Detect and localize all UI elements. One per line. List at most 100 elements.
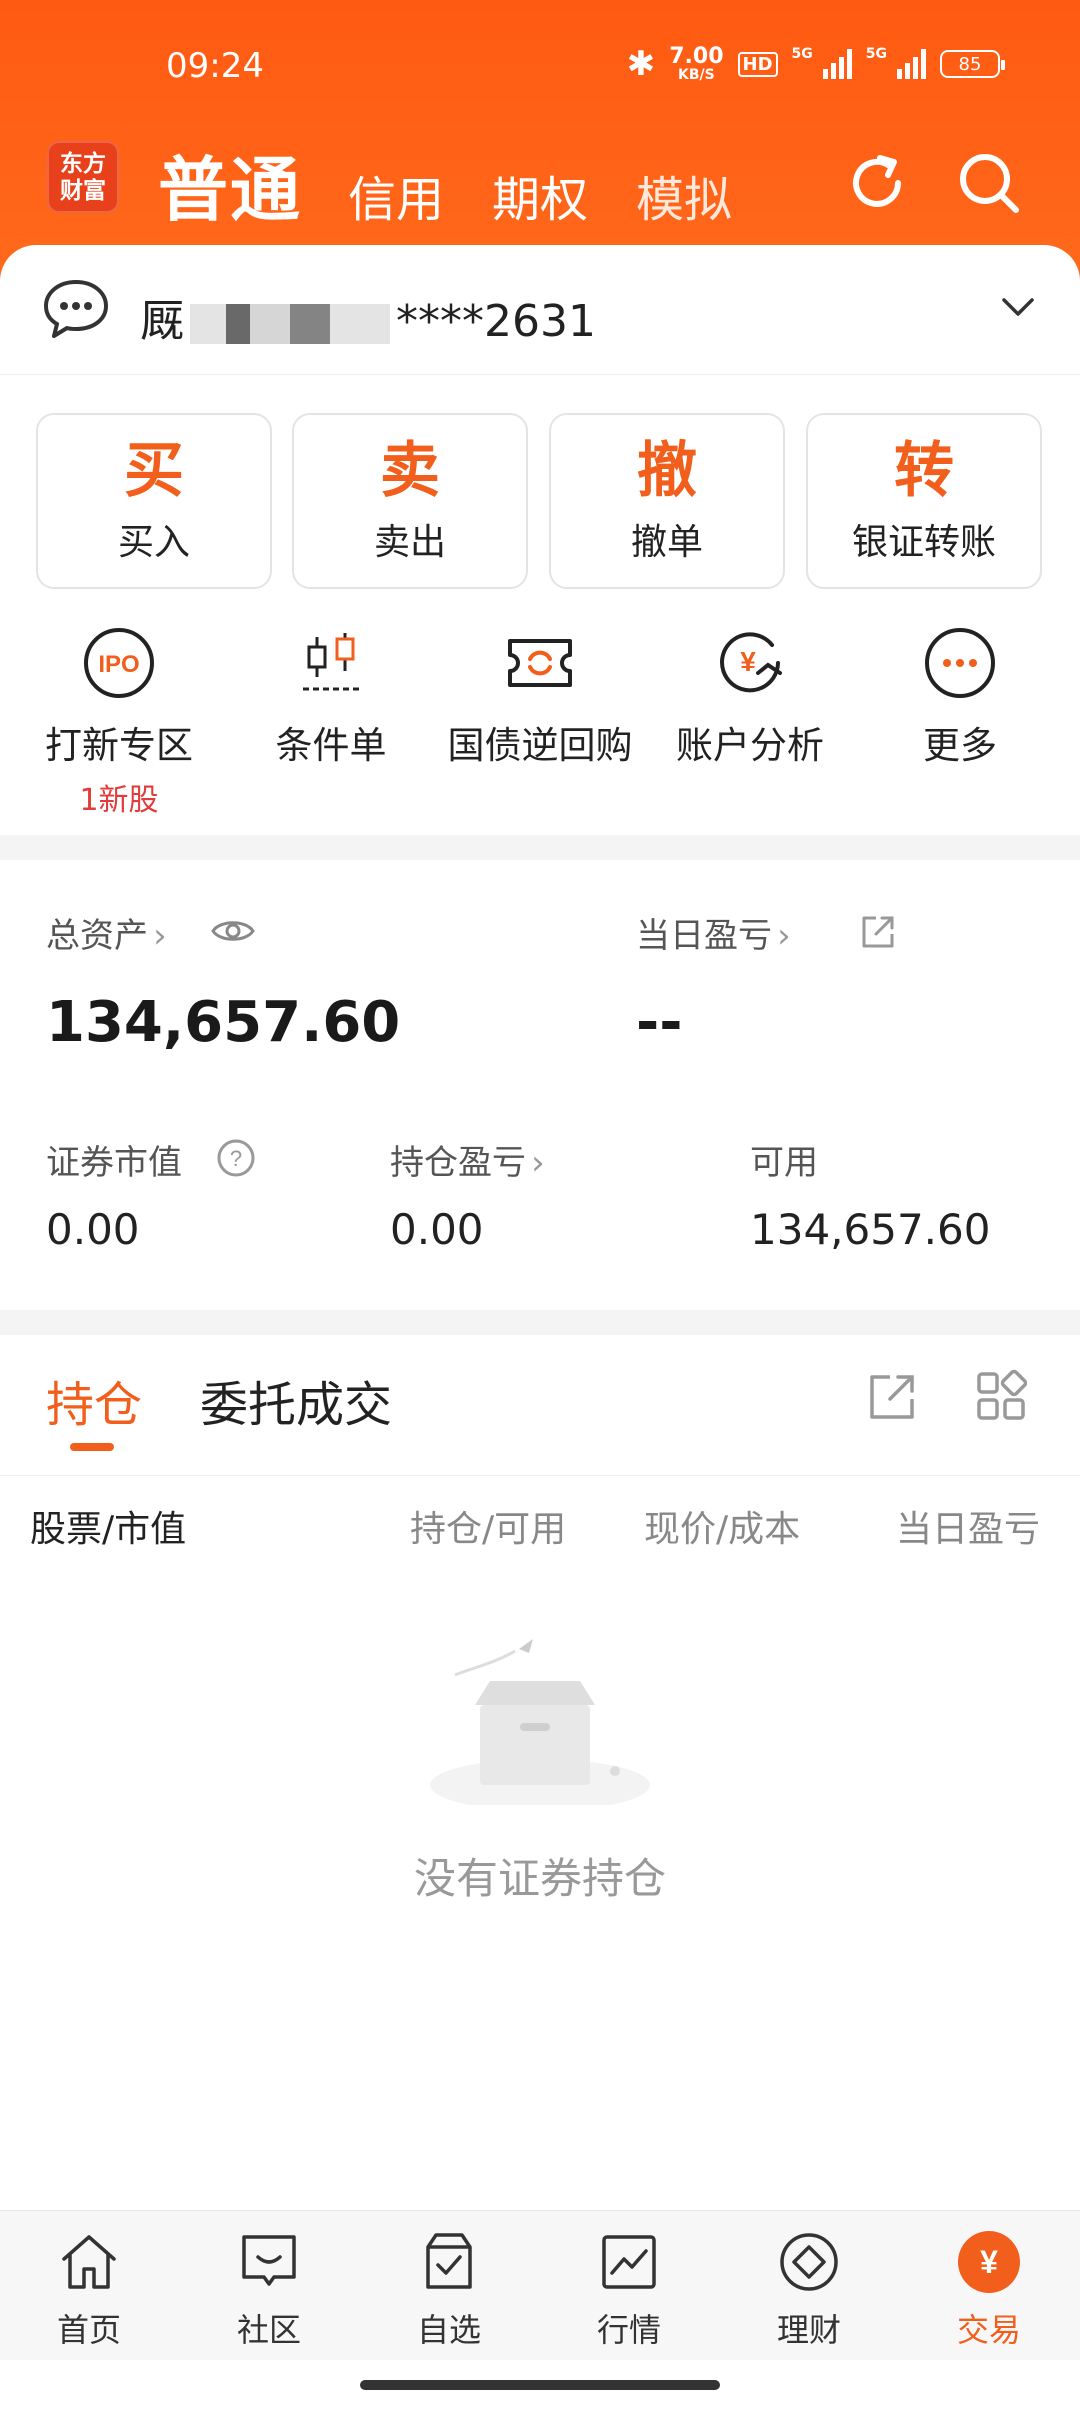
hd-icon: HD [737, 51, 778, 77]
nav-home-label: 首页 [56, 2311, 121, 2349]
market-value-label: 证券市值 [46, 1143, 182, 1183]
ticket-icon [508, 639, 572, 687]
nav-watchlist[interactable]: 自选 [389, 2229, 509, 2351]
new-stock-badge: 1新股 [79, 783, 159, 818]
nav-home[interactable]: 首页 [29, 2229, 149, 2351]
refresh-icon[interactable] [842, 148, 912, 218]
more-icon [925, 628, 995, 698]
chevron-right-icon: › [777, 916, 791, 956]
feature-more-label: 更多 [923, 724, 997, 767]
share-icon[interactable] [858, 912, 898, 952]
trade-icon: ¥ [958, 2231, 1020, 2293]
daily-pl-link[interactable]: 当日盈亏 › [636, 908, 791, 957]
app-logo: 东方 财富 [47, 141, 119, 213]
eye-icon[interactable] [210, 914, 256, 948]
daily-pl-label: 当日盈亏 [636, 916, 772, 956]
status-time: 09:24 [166, 46, 264, 86]
home-indicator[interactable] [360, 2380, 720, 2390]
holding-pl-link[interactable]: 持仓盈亏 › [390, 1135, 545, 1184]
col-daily-pl: 当日盈亏 [896, 1509, 1041, 1550]
nav-wealth[interactable]: 理财 [749, 2229, 869, 2351]
col-position-available: 持仓/可用 [410, 1509, 567, 1550]
ipo-icon: IPO [84, 628, 154, 698]
status-icons: ✱ 7.00 KB/S HD 5G 5G 85 [626, 44, 1005, 84]
community-icon [242, 2235, 296, 2286]
account-suffix: ****2631 [396, 296, 596, 347]
nav-trade[interactable]: ¥ 交易 [929, 2229, 1049, 2351]
nav-watchlist-label: 自选 [416, 2311, 481, 2349]
nav-community[interactable]: 社区 [209, 2229, 329, 2351]
search-icon[interactable] [954, 148, 1024, 218]
chevron-right-icon: › [153, 916, 167, 956]
net-type-1: 5G [791, 46, 813, 62]
tab-normal[interactable]: 普通 [158, 134, 302, 235]
battery-icon: 85 [940, 50, 1005, 78]
feature-conditional-label: 条件单 [275, 724, 387, 767]
wealth-icon [780, 2233, 838, 2291]
account-number: 厩 ****2631 [140, 285, 596, 349]
sell-button[interactable]: 卖 卖出 [292, 413, 528, 589]
available-label: 可用 [750, 1143, 818, 1183]
feature-ipo-label: 打新专区 [45, 724, 193, 767]
feature-more[interactable]: 更多 [855, 625, 1065, 769]
speed-value: 7.00 [669, 44, 724, 69]
svg-text:¥: ¥ [740, 646, 756, 677]
buy-label: 买入 [117, 522, 190, 563]
nav-wealth-label: 理财 [776, 2311, 841, 2349]
signal-icon [822, 49, 852, 79]
battery-level: 85 [958, 53, 982, 75]
account-selector[interactable]: 厩 ****2631 [0, 245, 1080, 375]
daily-pl-value: -- [636, 990, 683, 1055]
holding-pl-label: 持仓盈亏 [390, 1143, 526, 1183]
nav-market-label: 行情 [596, 2311, 661, 2349]
tab-simulated[interactable]: 模拟 [636, 160, 732, 230]
bank-transfer-button[interactable]: 转 银证转账 [806, 413, 1042, 589]
feature-account-analysis[interactable]: ¥ 账户分析 [645, 625, 855, 769]
bluetooth-icon: ✱ [626, 44, 656, 84]
cancel-order-button[interactable]: 撤 撤单 [549, 413, 785, 589]
export-icon[interactable] [866, 1369, 920, 1423]
holding-pl-value: 0.00 [390, 1205, 484, 1254]
nav-community-label: 社区 [236, 2311, 301, 2349]
net-type-2: 5G [865, 46, 887, 62]
chat-icon[interactable] [42, 277, 110, 341]
holdings-panel: 持仓 委托成交 股票/市值 持仓/可用 现价/成本 当日盈亏 没有证券持仓 [0, 1335, 1080, 2210]
feature-repo-label: 国债逆回购 [447, 724, 633, 767]
home-icon [62, 2235, 116, 2289]
total-assets-label: 总资产 [46, 916, 148, 956]
total-assets-value: 134,657.60 [46, 990, 401, 1055]
yen-analysis-icon: ¥ [720, 632, 782, 693]
tab-options[interactable]: 期权 [492, 160, 588, 230]
chevron-down-icon[interactable] [998, 287, 1038, 327]
candlestick-icon [303, 633, 359, 691]
feature-ipo[interactable]: IPO 打新专区 1新股 [14, 625, 224, 819]
tab-credit[interactable]: 信用 [348, 160, 444, 230]
market-value: 0.00 [46, 1205, 140, 1254]
account-name-masked: 厩 [140, 296, 184, 347]
available-block: 可用 [750, 1135, 818, 1184]
active-tab-indicator [70, 1443, 114, 1451]
cancel-label: 撤单 [630, 522, 703, 563]
col-price-cost: 现价/成本 [644, 1509, 801, 1550]
tab-positions[interactable]: 持仓 [46, 1365, 142, 1435]
logo-line2: 财富 [60, 178, 106, 204]
chevron-right-icon: › [531, 1143, 545, 1183]
grid-view-icon[interactable] [974, 1369, 1028, 1423]
top-nav: 东方 财富 普通 信用 期权 模拟 [0, 130, 1080, 250]
empty-state-text: 没有证券持仓 [413, 1854, 666, 1903]
buy-button[interactable]: 买 买入 [36, 413, 272, 589]
market-icon [602, 2235, 656, 2289]
feature-analysis-label: 账户分析 [676, 724, 824, 767]
bottom-nav: 首页 社区 自选 行情 理财 ¥ 交易 [0, 2210, 1080, 2360]
available-value: 134,657.60 [750, 1205, 991, 1254]
total-assets-link[interactable]: 总资产 › [46, 908, 167, 957]
nav-market[interactable]: 行情 [569, 2229, 689, 2351]
quick-actions: 买 买入 卖 卖出 撤 撤单 转 银证转账 IPO 打新专区 1新股 条件单 国… [0, 375, 1080, 835]
feature-conditional-order[interactable]: 条件单 [226, 625, 436, 769]
account-blur [190, 304, 390, 344]
feature-treasury-repo[interactable]: 国债逆回购 [435, 625, 645, 769]
help-icon[interactable]: ? [216, 1138, 256, 1178]
status-bar: 09:24 ✱ 7.00 KB/S HD 5G 5G 85 [0, 0, 1080, 130]
assets-panel: 总资产 › 134,657.60 当日盈亏 › -- 证券市值 ? 0.00 持… [0, 860, 1080, 1310]
tab-orders-trades[interactable]: 委托成交 [200, 1365, 392, 1435]
